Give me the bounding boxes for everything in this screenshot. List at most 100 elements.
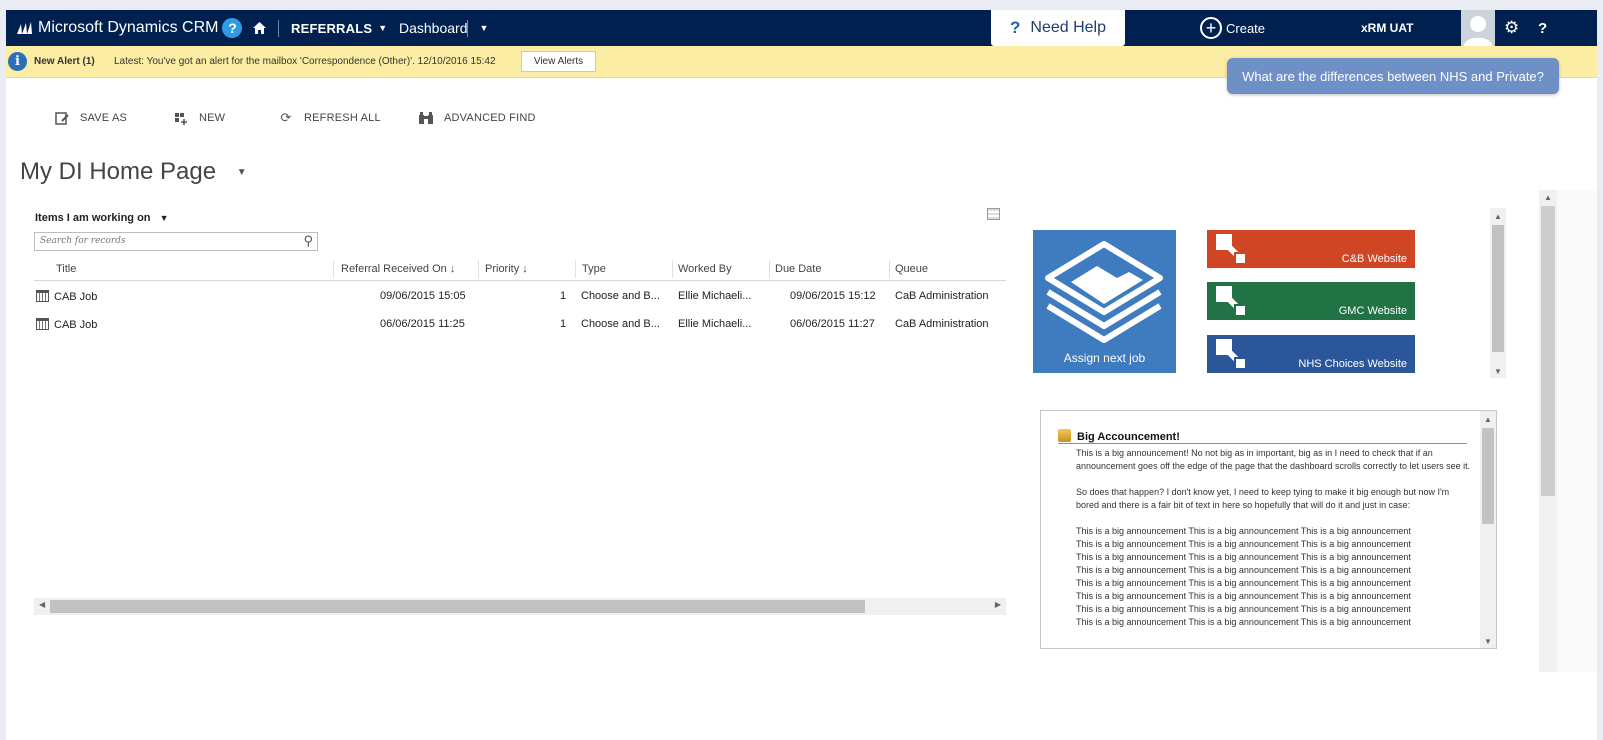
queue-cell[interactable]: CaB Administration [895,290,989,302]
save-as-label: SAVE AS [80,112,128,124]
calendar-icon [36,290,49,302]
advanced-find-button[interactable]: ADVANCED FIND [418,110,536,126]
gmc-website-tile[interactable]: GMC Website [1207,282,1415,320]
announcement-line: This is a big announcement This is a big… [1076,617,1411,627]
binoculars-icon [418,110,434,126]
new-record-icon [173,110,189,126]
received-on-cell: 06/06/2015 11:25 [380,318,465,330]
create-button[interactable]: + Create [1200,10,1265,46]
column-separator[interactable] [672,260,673,278]
announcement-line: This is a big announcement This is a big… [1076,604,1411,614]
priority-cell: 1 [560,318,567,330]
scroll-down-arrow-icon[interactable]: ▼ [1484,637,1492,646]
announcement-panel: Big Accouncement! This is a big announce… [1040,410,1497,649]
page-title-text: My DI Home Page [20,158,217,185]
record-title-link[interactable]: CAB Job [36,318,97,331]
gmc-website-label: GMC Website [1338,305,1407,317]
column-header-type[interactable]: Type [582,263,606,275]
brand[interactable]: Microsoft Dynamics CRM ? [16,10,243,46]
announcement-repeat-lines: This is a big announcement This is a big… [1076,525,1471,629]
records-grid: Title Referral Received On ↓ Priority ↓ … [34,258,1006,337]
scroll-up-arrow-icon[interactable]: ▲ [1494,212,1502,221]
queue-cell[interactable]: CaB Administration [895,318,989,330]
need-help-button[interactable]: ? Need Help [991,10,1125,46]
scroll-up-arrow-icon[interactable]: ▲ [1484,415,1492,424]
help-button[interactable]: ? [1538,10,1547,46]
search-input[interactable]: Search for records ⚲ [34,232,318,251]
column-header-title[interactable]: Title [56,263,76,275]
table-row[interactable]: CAB Job 06/06/2015 11:25 1 Choose and B.… [34,309,1006,337]
assign-next-job-label: Assign next job [1063,351,1146,365]
scroll-left-arrow-icon[interactable]: ◀ [39,600,45,609]
column-header-worked-by[interactable]: Worked By [678,263,732,275]
table-row[interactable]: CAB Job 09/06/2015 15:05 1 Choose and B.… [34,281,1006,309]
view-selector[interactable]: Items I am working on ▼ [35,212,169,224]
scrollbar-thumb[interactable] [50,600,865,613]
page-title[interactable]: My DI Home Page ▼ [20,158,247,186]
refresh-icon: ⟳ [280,110,292,125]
worked-by-cell[interactable]: Ellie Michaeli... [678,290,751,302]
save-as-button[interactable]: SAVE AS [54,110,127,126]
announcement-line: This is a big announcement This is a big… [1076,552,1411,562]
search-icon[interactable]: ⚲ [303,234,313,249]
column-header-queue[interactable]: Queue [895,263,928,275]
record-title-link[interactable]: CAB Job [36,290,97,303]
tiles-vertical-scrollbar[interactable]: ▲ ▼ [1490,208,1506,378]
chevron-down-icon: ▼ [236,167,247,179]
cb-website-tile[interactable]: C&B Website [1207,230,1415,268]
assign-next-job-tile[interactable]: Assign next job [1033,230,1176,373]
column-separator[interactable] [478,260,479,278]
scrollbar-thumb[interactable] [1482,428,1494,524]
nhs-choices-website-label: NHS Choices Website [1298,358,1407,370]
announcement-vertical-scrollbar[interactable]: ▲ ▼ [1480,411,1496,648]
page-gutter [1557,190,1597,672]
plus-circle-icon: + [1200,17,1222,39]
search-placeholder: Search for records [40,236,126,246]
dashboard-menu[interactable]: Dashboard ▼ [399,10,488,46]
scrollbar-thumb[interactable] [1492,225,1504,352]
page-vertical-scrollbar[interactable]: ▲ [1539,190,1557,672]
announcement-icon [1058,429,1071,442]
column-separator[interactable] [575,260,576,278]
type-cell: Choose and B... [581,290,660,302]
priority-cell: 1 [560,290,567,302]
scroll-up-arrow-icon[interactable]: ▲ [1544,193,1552,202]
help-circle-icon[interactable]: ? [222,18,243,38]
chevron-down-icon: ▼ [479,23,489,33]
view-alerts-button[interactable]: View Alerts [521,51,596,72]
crm-window: Microsoft Dynamics CRM ? REFERRALS ▼ Das… [6,10,1597,740]
grid-horizontal-scrollbar[interactable]: ◀ ▶ [34,598,1006,615]
column-header-priority[interactable]: Priority ↓ [485,263,528,275]
website-link-icon [1216,286,1247,317]
org-name[interactable]: xRM UAT [1361,10,1413,46]
column-header-due-date[interactable]: Due Date [775,263,821,275]
website-link-icon [1216,339,1247,370]
record-title: CAB Job [54,319,98,331]
chevron-down-icon: ▼ [378,23,388,33]
announcement-body: This is a big announcement! No not big a… [1076,447,1471,629]
avatar[interactable] [1461,10,1495,46]
column-separator[interactable] [769,260,770,278]
worked-by-cell[interactable]: Ellie Michaeli... [678,318,751,330]
scroll-down-arrow-icon[interactable]: ▼ [1494,367,1502,376]
create-label: Create [1226,20,1266,36]
scrollbar-thumb[interactable] [1541,206,1555,496]
refresh-all-button[interactable]: ⟳ REFRESH ALL [278,110,381,126]
home-button[interactable] [252,10,267,46]
nhs-choices-website-tile[interactable]: NHS Choices Website [1207,335,1415,373]
calendar-icon [36,318,49,330]
gear-icon[interactable]: ⚙ [1504,10,1519,46]
area-menu[interactable]: REFERRALS ▼ [291,10,387,46]
area-label: REFERRALS [291,20,373,36]
announcement-line: This is a big announcement This is a big… [1076,565,1411,575]
help-tooltip: What are the differences between NHS and… [1227,58,1559,94]
scroll-right-arrow-icon[interactable]: ▶ [995,600,1001,609]
website-link-icon [1216,234,1247,265]
column-header-received[interactable]: Referral Received On ↓ [341,263,455,275]
column-separator[interactable] [333,260,334,278]
chevron-down-icon: ▼ [159,213,169,223]
stacked-layers-icon [1045,241,1163,343]
column-separator[interactable] [889,260,890,278]
new-button[interactable]: NEW [173,110,225,126]
open-grid-icon[interactable] [987,208,1000,220]
